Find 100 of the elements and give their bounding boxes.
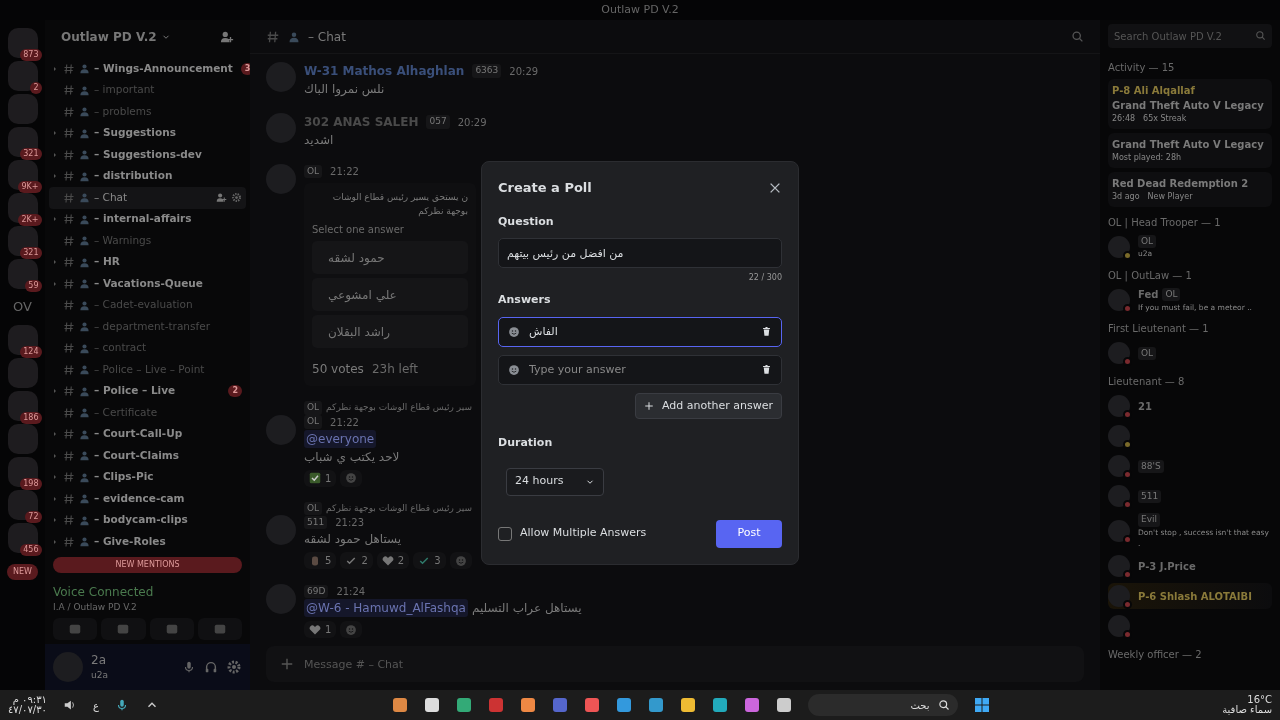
hash-icon: [63, 449, 75, 462]
checkbox[interactable]: [498, 526, 512, 541]
hash-icon: [63, 385, 75, 398]
add-answer-button[interactable]: Add another answer: [634, 392, 782, 419]
trash-icon[interactable]: [761, 325, 772, 337]
channel-item[interactable]: – distribution: [49, 165, 246, 187]
channel-item[interactable]: – bodycam-clips: [49, 509, 246, 531]
settings-icon[interactable]: [231, 192, 242, 204]
member-item[interactable]: P-6 Shlash ALOTAIBI: [1108, 583, 1272, 610]
app-icon[interactable]: [679, 697, 696, 713]
answer-field[interactable]: الفاش: [498, 316, 782, 347]
role-tag: OL: [304, 501, 323, 515]
channel-item[interactable]: – Police – Live 2: [49, 380, 246, 402]
temperature: 16°C: [1247, 695, 1272, 705]
emoji-icon[interactable]: [508, 325, 520, 338]
reaction-button[interactable]: 1: [304, 469, 337, 487]
app-icon[interactable]: [391, 697, 408, 713]
app-icon[interactable]: [711, 697, 728, 713]
app-icon[interactable]: [743, 697, 760, 713]
user-name: 2a: [91, 652, 107, 670]
add-member-icon[interactable]: [216, 192, 227, 204]
channel-item[interactable]: – Give-Roles: [49, 531, 246, 553]
game-title: Grand Theft Auto V Legacy: [1112, 99, 1265, 113]
timestamp: 21:22: [330, 165, 359, 179]
search-field[interactable]: Search Outlaw PD V.2: [1108, 24, 1272, 48]
start-icon[interactable]: [973, 697, 990, 713]
duration-dropdown[interactable]: 24 hours: [506, 467, 604, 496]
channel-item[interactable]: – Court-Call-Up: [49, 423, 246, 445]
server-name-dropdown[interactable]: Outlaw PD V.2: [61, 28, 171, 46]
reaction-button[interactable]: 5: [304, 552, 337, 569]
heart-icon: [309, 623, 321, 636]
app-icon[interactable]: [615, 697, 632, 713]
person-icon: [79, 106, 90, 118]
volume-icon[interactable]: [62, 698, 77, 712]
new-mentions-bar[interactable]: NEW MENTIONS: [53, 556, 242, 573]
caret-icon: [51, 129, 59, 138]
question-field[interactable]: من افضل من رئيس بيتهم: [498, 238, 782, 268]
channel-item[interactable]: – Suggestions: [49, 122, 246, 144]
role-tag: 88'S: [1138, 459, 1164, 473]
activity-detail: 65x Streak: [1143, 113, 1187, 125]
reaction-button[interactable]: 2: [340, 552, 373, 569]
server-icon[interactable]: OV: [7, 292, 38, 322]
hash-icon: [266, 29, 280, 44]
message-input[interactable]: Message # – Chat: [266, 646, 1084, 682]
add-member-icon[interactable]: [220, 30, 234, 44]
channel-title: – Chat: [308, 28, 346, 46]
post-button[interactable]: Post: [716, 519, 782, 548]
poll-option[interactable]: راشد البقلان: [312, 315, 468, 348]
character-counter: 22 / 300: [747, 272, 782, 284]
clock-time: ٠٩:٣١ م: [12, 695, 47, 705]
caret-icon: [51, 387, 59, 396]
trash-icon[interactable]: [761, 363, 772, 375]
caret-icon: [51, 172, 59, 181]
channel-item[interactable]: – Vacations-Queue: [49, 273, 246, 295]
member-item[interactable]: OL: [1108, 340, 1272, 367]
app-icon[interactable]: [455, 697, 472, 713]
answer-field[interactable]: Type your answer: [498, 354, 782, 385]
caret-icon: [51, 494, 59, 503]
member-item[interactable]: 511: [1108, 483, 1272, 510]
activity-detail: 3d ago: [1112, 191, 1140, 203]
taskbar-search[interactable]: بحث: [807, 694, 958, 716]
channel-item[interactable]: – Suggestions-dev: [49, 144, 246, 166]
reaction-button[interactable]: 3: [413, 552, 446, 569]
channel-item[interactable]: – Chat: [49, 187, 246, 209]
channel-item[interactable]: – evidence-cam: [49, 488, 246, 510]
hash-icon: [63, 105, 75, 118]
member-item[interactable]: 88'S: [1108, 453, 1272, 480]
microphone-icon[interactable]: [182, 660, 196, 674]
app-icon[interactable]: [519, 697, 536, 713]
unread-count-badge: 198: [20, 478, 42, 490]
app-icon[interactable]: [423, 697, 440, 713]
hash-icon: [63, 535, 75, 548]
dialog-title: Create a Poll: [498, 179, 592, 197]
person-icon: [79, 364, 90, 376]
app-icon[interactable]: [775, 697, 792, 713]
app-icon[interactable]: [647, 697, 664, 713]
unread-count-badge: 321: [20, 247, 42, 259]
reaction-button[interactable]: 2: [376, 552, 410, 569]
channel-item[interactable]: – internal-affairs: [49, 208, 246, 230]
member-item[interactable]: P-3 J.Price: [1108, 553, 1272, 580]
mention-link[interactable]: @W-6 - Hamuwd_AlFashqa: [304, 599, 468, 617]
mention-link[interactable]: @everyone: [304, 429, 377, 448]
headphones-icon[interactable]: [204, 660, 218, 674]
channel-item[interactable]: – Court-Claims: [49, 445, 246, 467]
reaction-button[interactable]: 1: [304, 621, 337, 638]
unread-count-badge: 321: [20, 148, 42, 160]
new-pill[interactable]: NEW: [7, 564, 38, 580]
language-indicator[interactable]: ع: [92, 697, 99, 713]
poll-option[interactable]: علي امشوعي: [312, 278, 468, 311]
unread-count-badge: 186: [20, 412, 42, 424]
timestamp: 21:22: [330, 415, 359, 430]
search-icon[interactable]: [1071, 30, 1084, 43]
poll-option[interactable]: حمود لشقه: [312, 241, 468, 274]
channel-item[interactable]: – Clips-Pic: [49, 466, 246, 488]
settings-icon[interactable]: [226, 659, 242, 675]
emoji-icon[interactable]: [508, 363, 520, 376]
channel-item[interactable]: – HR: [49, 251, 246, 273]
hash-icon: [63, 428, 75, 441]
member-item[interactable]: 21: [1108, 393, 1272, 420]
role-tag: 511: [304, 515, 328, 530]
